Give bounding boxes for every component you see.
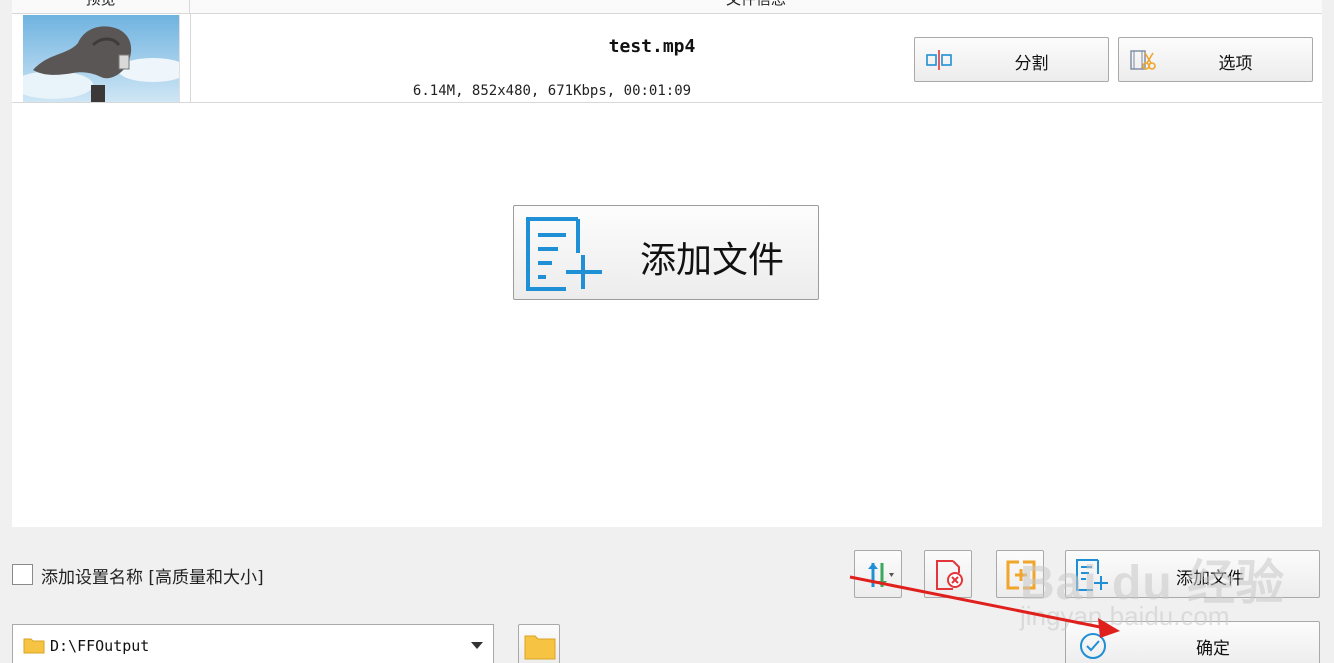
add-setting-name-checkbox[interactable]: [12, 564, 33, 585]
file-row[interactable]: test.mp4 6.14M, 852x480, 671Kbps, 00:01:…: [12, 14, 1322, 103]
sort-button[interactable]: [854, 550, 902, 598]
split-button[interactable]: 分割: [914, 37, 1109, 82]
column-header-preview[interactable]: 预览: [12, 0, 190, 14]
folder-icon: [23, 636, 45, 654]
options-button[interactable]: 选项: [1118, 37, 1313, 82]
add-setting-name-label[interactable]: 添加设置名称 [高质量和大小]: [41, 563, 264, 588]
add-file-big-label: 添加文件: [640, 240, 785, 281]
split-label: 分割: [1014, 54, 1049, 74]
ok-label: 确定: [1196, 639, 1230, 659]
file-list: 预览 文件信息 test.mp4 6.14M,: [12, 0, 1322, 527]
merge-button[interactable]: [996, 550, 1044, 598]
column-header-file-info[interactable]: 文件信息: [190, 0, 1322, 14]
file-name: test.mp4: [608, 36, 696, 57]
ok-button[interactable]: 确定: [1065, 621, 1320, 663]
add-file-icon: [526, 217, 604, 291]
add-file-icon: [1076, 559, 1110, 591]
add-file-big-button[interactable]: 添加文件: [513, 205, 819, 300]
browse-folder-button[interactable]: [518, 624, 560, 663]
add-file-button[interactable]: 添加文件: [1065, 550, 1320, 598]
file-metadata: 6.14M, 852x480, 671Kbps, 00:01:09: [412, 83, 692, 99]
output-folder-select[interactable]: D:\FFOutput: [12, 624, 494, 663]
split-icon: [926, 49, 952, 71]
output-path-value: D:\FFOutput: [50, 637, 150, 655]
video-thumbnail: [23, 15, 180, 102]
clear-list-button[interactable]: [924, 550, 972, 598]
scissors-film-icon: [1130, 49, 1156, 71]
chevron-down-icon[interactable]: [471, 642, 483, 649]
list-header: 预览 文件信息: [12, 0, 1322, 14]
options-label: 选项: [1218, 54, 1253, 74]
column-divider: [190, 14, 191, 103]
add-file-label: 添加文件: [1176, 569, 1244, 589]
